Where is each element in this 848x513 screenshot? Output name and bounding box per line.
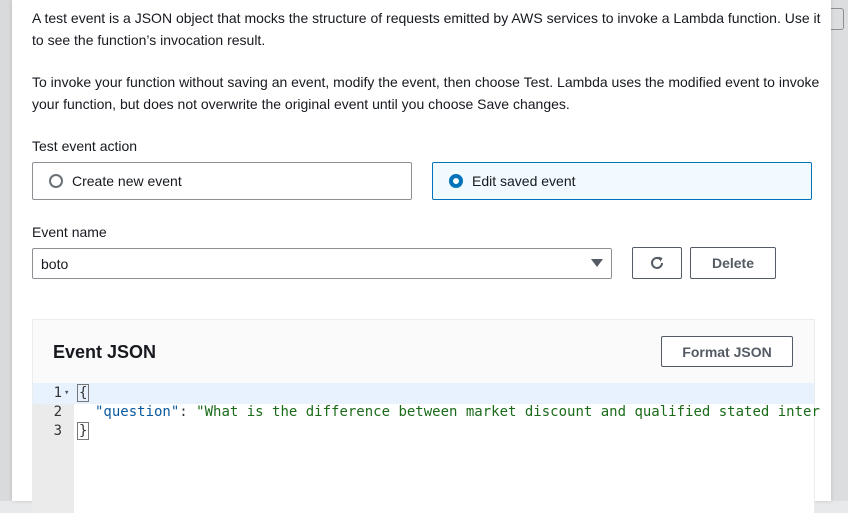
- caret-down-icon: [591, 259, 603, 267]
- test-event-modal: A test event is a JSON object that mocks…: [12, 0, 831, 513]
- json-string-value: "What is the difference between market d…: [196, 404, 820, 420]
- radio-create-new-event[interactable]: Create new event: [32, 162, 412, 200]
- background-panel-control: [831, 8, 844, 30]
- radio-label-create-new-event: Create new event: [72, 173, 182, 189]
- line-number: 2: [53, 404, 62, 420]
- radio-edit-saved-event[interactable]: Edit saved event: [432, 162, 812, 200]
- line-number: 3: [53, 423, 62, 439]
- code-line-1[interactable]: 1 ▾ {: [33, 383, 814, 404]
- code-line-2[interactable]: 2 "question": "What is the difference be…: [33, 402, 820, 423]
- fold-arrow-icon[interactable]: ▾: [64, 383, 69, 404]
- event-name-value: boto: [41, 255, 69, 272]
- background-panel-edge: [831, 0, 848, 501]
- refresh-icon: [651, 256, 663, 269]
- close-brace: }: [77, 422, 90, 440]
- radio-checked-icon[interactable]: [449, 174, 463, 188]
- radio-unchecked-icon[interactable]: [49, 174, 63, 188]
- event-name-label: Event name: [32, 224, 107, 240]
- open-brace: {: [77, 384, 90, 402]
- json-separator: :: [179, 404, 197, 420]
- intro-paragraph-1: A test event is a JSON object that mocks…: [32, 10, 821, 48]
- format-json-button[interactable]: Format JSON: [661, 336, 793, 367]
- json-code-editor[interactable]: 1 ▾ { 2 "question": "What is the differe…: [33, 383, 820, 513]
- line-number: 1: [53, 385, 62, 401]
- code-line-3[interactable]: 3 }: [33, 421, 814, 442]
- delete-button[interactable]: Delete: [690, 247, 776, 279]
- intro-paragraph-2: To invoke your function without saving a…: [32, 74, 820, 112]
- event-json-header: Event JSON Format JSON: [33, 320, 814, 383]
- event-json-title: Event JSON: [53, 342, 157, 362]
- json-key: "question": [95, 404, 180, 420]
- event-json-panel: Event JSON Format JSON 1 ▾ { 2 "question…: [32, 319, 820, 513]
- refresh-button[interactable]: [632, 247, 682, 279]
- test-event-action-label: Test event action: [32, 138, 138, 154]
- radio-label-edit-saved-event: Edit saved event: [472, 173, 576, 189]
- event-name-select[interactable]: boto: [32, 248, 612, 279]
